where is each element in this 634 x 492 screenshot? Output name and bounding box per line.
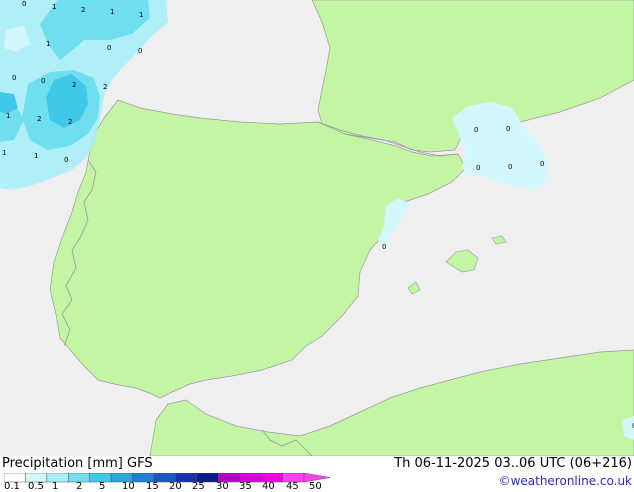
precip-value-label: 0	[64, 156, 68, 164]
precip-value-label: 2	[103, 83, 107, 91]
precip-value-label: 1	[46, 40, 50, 48]
valid-time: Th 06-11-2025 03..06 UTC (06+216)	[394, 456, 632, 471]
credit-link[interactable]: ©weatheronline.co.uk	[499, 474, 632, 488]
legend-tick-label: 25	[192, 481, 205, 492]
legend-tick-label: 0.5	[28, 481, 44, 492]
precip-value-label: 0	[508, 163, 512, 171]
legend-tick-label: 35	[239, 481, 252, 492]
precip-value-label: 1	[110, 8, 114, 16]
precip-value-label: 2	[72, 81, 76, 89]
precip-value-label: 1	[34, 152, 38, 160]
precip-value-label: 1	[139, 11, 143, 19]
precip-value-label: 1	[2, 149, 6, 157]
legend-tick-label: 20	[169, 481, 182, 492]
legend-tick-label: 5	[99, 481, 106, 492]
legend-tick-label: 2	[76, 481, 83, 492]
precip-value-label: 2	[68, 118, 72, 126]
precip-value-label: 2	[81, 6, 85, 14]
legend-tick-label: 15	[146, 481, 159, 492]
legend-tick-label: 0.1	[4, 481, 20, 492]
precip-value-label: 0	[138, 47, 142, 55]
legend-tick-label: 10	[122, 481, 135, 492]
precip-value-label: 0	[22, 0, 26, 8]
precip-value-label: 0	[107, 44, 111, 52]
footer: Precipitation [mm] GFS Th 06-11-2025 03.…	[0, 456, 634, 492]
legend-tick-label: 1	[52, 481, 59, 492]
legend-tick-label: 45	[286, 481, 299, 492]
precip-value-label: 0	[41, 77, 45, 85]
precip-value-label: 0	[476, 164, 480, 172]
legend-tick-label: 40	[262, 481, 275, 492]
precip-value-label: 0	[12, 74, 16, 82]
precip-value-label: 1	[52, 3, 56, 11]
precip-value-label: 0	[474, 126, 478, 134]
precip-value-label: 0	[540, 160, 544, 168]
precipitation-map: 0121110000221221100000000	[0, 0, 634, 456]
precip-value-label: 0	[506, 125, 510, 133]
map-title: Precipitation [mm] GFS	[2, 456, 153, 471]
legend-tick-label: 50	[309, 481, 322, 492]
precip-value-label: 1	[6, 112, 10, 120]
precip-value-label: 2	[37, 115, 41, 123]
precip-value-label: 0	[382, 243, 386, 251]
legend-tick-label: 30	[216, 481, 229, 492]
